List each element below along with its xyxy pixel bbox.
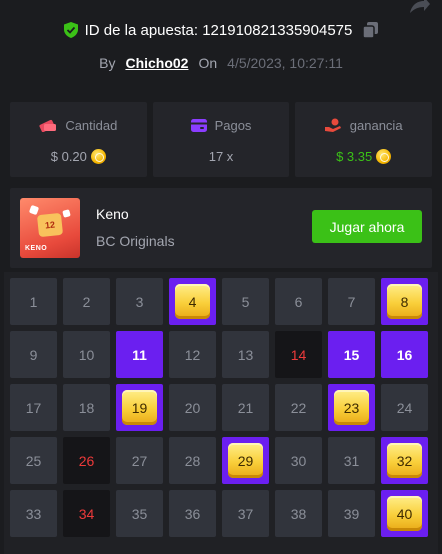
keno-cell-23: 23 bbox=[328, 384, 375, 431]
keno-cell-12: 12 bbox=[169, 331, 216, 378]
keno-cell-11: 11 bbox=[116, 331, 163, 378]
game-card: 12 KENO Keno BC Originals Jugar ahora bbox=[10, 188, 432, 268]
keno-cell-19: 19 bbox=[116, 384, 163, 431]
keno-cell-3: 3 bbox=[116, 278, 163, 325]
keno-cell-34: 34 bbox=[63, 490, 110, 537]
hit-gem: 23 bbox=[334, 390, 369, 425]
keno-cell-14: 14 bbox=[275, 331, 322, 378]
keno-cell-4: 4 bbox=[169, 278, 216, 325]
bet-stats: Cantidad $ 0.20 Pagos 17 x ganancia $ 3.… bbox=[10, 102, 433, 177]
keno-cell-30: 30 bbox=[275, 437, 322, 484]
hit-gem: 40 bbox=[387, 496, 422, 531]
keno-cell-16: 16 bbox=[381, 331, 428, 378]
by-label: By bbox=[99, 55, 116, 71]
keno-board: 1 2 3 4 5 6 7 8 9 10 11 12 13 14 15 16 17 18 19 20 21 22 23 24 2… bbox=[4, 272, 438, 554]
hit-gem: 8 bbox=[387, 284, 422, 319]
on-label: On bbox=[198, 55, 218, 71]
keno-cell-39: 39 bbox=[328, 490, 375, 537]
thumb-ball-decor bbox=[62, 209, 71, 218]
share-icon[interactable] bbox=[406, 0, 430, 14]
thumb-ball: 12 bbox=[36, 212, 64, 238]
thumb-title: KENO bbox=[25, 245, 48, 252]
keno-cell-17: 17 bbox=[10, 384, 57, 431]
bet-id-row: ID de la apuesta: 121910821335904575 bbox=[0, 20, 442, 40]
keno-cell-10: 10 bbox=[63, 331, 110, 378]
keno-cell-5: 5 bbox=[222, 278, 269, 325]
shield-check-icon bbox=[63, 22, 78, 38]
keno-cell-28: 28 bbox=[169, 437, 216, 484]
bet-id: ID de la apuesta: 121910821335904575 bbox=[84, 21, 353, 39]
keno-cell-31: 31 bbox=[328, 437, 375, 484]
keno-cell-24: 24 bbox=[381, 384, 428, 431]
keno-cell-1: 1 bbox=[10, 278, 57, 325]
play-now-button[interactable]: Jugar ahora bbox=[312, 210, 422, 243]
payout-value: 17 x bbox=[208, 148, 234, 164]
keno-cell-29: 29 bbox=[222, 437, 269, 484]
keno-cell-9: 9 bbox=[10, 331, 57, 378]
keno-cell-37: 37 bbox=[222, 490, 269, 537]
keno-cell-13: 13 bbox=[222, 331, 269, 378]
bet-meta: By Chicho02 On 4/5/2023, 10:27:11 bbox=[0, 54, 442, 72]
keno-cell-21: 21 bbox=[222, 384, 269, 431]
keno-grid: 1 2 3 4 5 6 7 8 9 10 11 12 13 14 15 16 17 18 19 20 21 22 23 24 2… bbox=[10, 278, 428, 537]
keno-cell-36: 36 bbox=[169, 490, 216, 537]
hit-gem: 32 bbox=[387, 443, 422, 478]
keno-cell-40: 40 bbox=[381, 490, 428, 537]
keno-cell-25: 25 bbox=[10, 437, 57, 484]
game-provider: BC Originals bbox=[96, 233, 175, 249]
amount-label: Cantidad bbox=[65, 117, 118, 133]
keno-cell-35: 35 bbox=[116, 490, 163, 537]
username-link[interactable]: Chicho02 bbox=[125, 55, 188, 71]
coin-icon bbox=[90, 148, 106, 164]
keno-cell-20: 20 bbox=[169, 384, 216, 431]
hit-gem: 19 bbox=[122, 390, 157, 425]
keno-cell-33: 33 bbox=[10, 490, 57, 537]
payout-label: Pagos bbox=[214, 117, 252, 133]
keno-cell-38: 38 bbox=[275, 490, 322, 537]
keno-cell-2: 2 bbox=[63, 278, 110, 325]
game-name: Keno bbox=[96, 206, 129, 222]
thumb-ball-decor bbox=[28, 204, 40, 216]
bet-header: ID de la apuesta: 121910821335904575 By … bbox=[0, 0, 442, 72]
stat-profit: ganancia $ 3.35 bbox=[295, 102, 433, 177]
keno-cell-6: 6 bbox=[275, 278, 322, 325]
profit-value: $ 3.35 bbox=[336, 148, 373, 164]
bet-datetime: 4/5/2023, 10:27:11 bbox=[227, 55, 343, 71]
coin-icon bbox=[376, 148, 392, 164]
keno-cell-27: 27 bbox=[116, 437, 163, 484]
keno-cell-26: 26 bbox=[63, 437, 110, 484]
copy-icon[interactable] bbox=[363, 22, 379, 38]
stat-payout: Pagos 17 x bbox=[152, 102, 290, 177]
keno-cell-18: 18 bbox=[63, 384, 110, 431]
keno-thumbnail[interactable]: 12 KENO bbox=[20, 198, 80, 258]
stat-amount: Cantidad $ 0.20 bbox=[10, 102, 147, 177]
keno-cell-15: 15 bbox=[328, 331, 375, 378]
keno-cell-8: 8 bbox=[381, 278, 428, 325]
amount-value: $ 0.20 bbox=[50, 148, 87, 164]
profit-hand-icon bbox=[324, 118, 341, 132]
hit-gem: 4 bbox=[175, 284, 210, 319]
money-icon bbox=[39, 119, 57, 132]
wallet-icon bbox=[190, 118, 207, 132]
keno-cell-22: 22 bbox=[275, 384, 322, 431]
hit-gem: 29 bbox=[228, 443, 263, 478]
keno-cell-7: 7 bbox=[328, 278, 375, 325]
profit-label: ganancia bbox=[349, 117, 403, 133]
keno-cell-32: 32 bbox=[381, 437, 428, 484]
